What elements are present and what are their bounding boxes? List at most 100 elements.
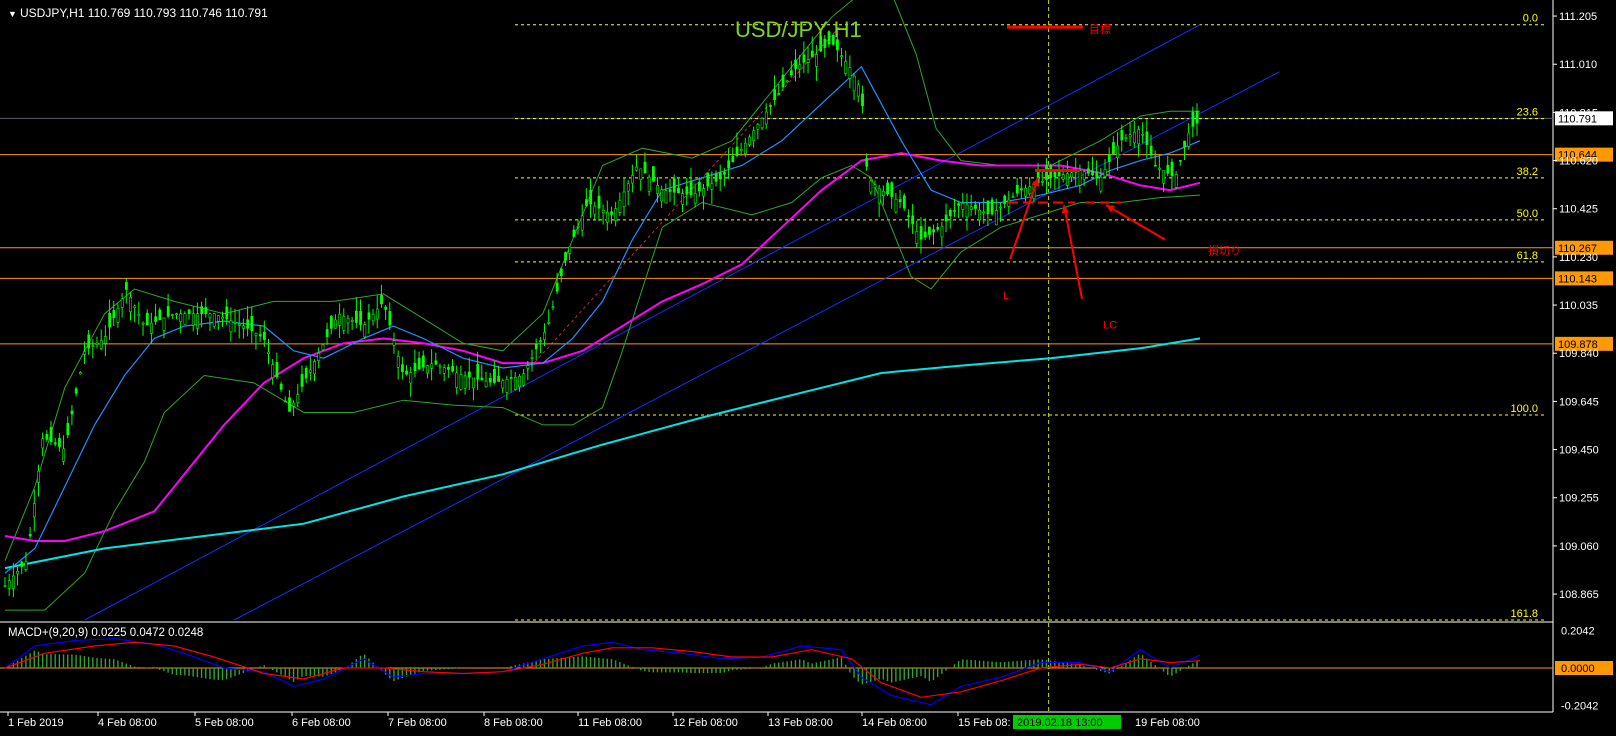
- candle-body: [1082, 171, 1086, 180]
- candle-body: [187, 309, 191, 315]
- candle-body: [677, 187, 680, 194]
- candle-body: [1116, 145, 1120, 159]
- candle-body: [325, 329, 329, 337]
- candle-body: [1174, 174, 1178, 188]
- candle-body: [196, 313, 199, 329]
- candle-body: [635, 166, 639, 171]
- time-tick-label: 12 Feb 08:00: [673, 717, 738, 729]
- candle-body: [769, 105, 772, 107]
- candle-body: [999, 206, 1002, 209]
- cursor-time-label: 2019.02.18 13:00: [1017, 717, 1103, 729]
- price-tick-label: 109.645: [1559, 396, 1599, 408]
- candle-body: [806, 59, 810, 64]
- lc-arrow: [1063, 204, 1083, 300]
- candle-body: [509, 377, 513, 379]
- candle-body: [706, 172, 710, 187]
- candle-body: [1015, 184, 1019, 194]
- candle-body: [258, 334, 262, 337]
- candle-body: [580, 215, 584, 231]
- fibo-level-label: 50.0: [1517, 208, 1538, 220]
- candle-body: [417, 357, 421, 370]
- candle-body: [543, 332, 547, 340]
- candle-body: [530, 356, 534, 359]
- candle-body: [539, 340, 542, 343]
- macd-zero-label: 0.0000: [1561, 663, 1595, 675]
- candle-body: [488, 378, 492, 383]
- candle-body: [685, 186, 689, 195]
- dropdown-icon[interactable]: ▼: [8, 9, 17, 19]
- candle-body: [1024, 187, 1028, 197]
- candle-body: [911, 215, 915, 224]
- price-chart[interactable]: 0.023.638.250.061.8100.0161.8 110.644110…: [0, 0, 1616, 736]
- candle-body: [78, 372, 82, 375]
- candle-body: [334, 319, 337, 329]
- candle-body: [480, 377, 484, 381]
- fibo-level-label: 61.8: [1517, 250, 1538, 262]
- candle-body: [296, 394, 300, 403]
- candle-body: [672, 178, 676, 193]
- candle-body: [3, 585, 7, 587]
- candle-body: [120, 298, 124, 308]
- candle-body: [137, 314, 141, 317]
- candle-body: [856, 84, 860, 97]
- candle-body: [505, 379, 509, 393]
- candle-body: [651, 166, 655, 182]
- candle-body: [974, 204, 977, 209]
- price-tick-label: 110.230: [1559, 252, 1598, 264]
- candle-body: [53, 442, 57, 445]
- time-tick-label: 5 Feb 08:00: [195, 717, 254, 729]
- price-tick-label: 109.060: [1559, 541, 1599, 553]
- fibo-level-label: 0.0: [1523, 13, 1538, 25]
- candle-body: [957, 203, 961, 206]
- candle-body: [886, 182, 890, 195]
- candle-body: [12, 575, 15, 589]
- candle-body: [175, 313, 178, 316]
- candle-body: [1112, 142, 1115, 155]
- candle-body: [656, 185, 659, 194]
- candle-body: [467, 371, 471, 378]
- price-tick-label: 111.010: [1559, 59, 1597, 71]
- price-tick-label: 109.450: [1559, 445, 1599, 457]
- time-tick-label: 15 Feb 08:: [958, 717, 1011, 729]
- candle-body: [229, 320, 233, 333]
- candle-body: [748, 136, 751, 145]
- target-label: 目標: [1089, 22, 1111, 36]
- candle-body: [572, 229, 576, 237]
- candle-body: [49, 427, 53, 443]
- candle-body: [359, 311, 363, 325]
- candle-body: [802, 54, 806, 63]
- candle-body: [41, 438, 45, 449]
- candle-body: [493, 368, 496, 383]
- candle-body: [1170, 161, 1174, 177]
- candle-body: [898, 199, 902, 203]
- candle-body: [1061, 174, 1065, 180]
- entry-arrow: [1009, 177, 1039, 260]
- candle-body: [45, 434, 49, 440]
- candle-body: [1124, 137, 1128, 139]
- candle-body: [463, 375, 467, 389]
- candle-body: [681, 193, 685, 205]
- candle-body: [438, 365, 442, 368]
- candle-body: [154, 316, 158, 322]
- candle-body: [643, 161, 647, 174]
- candle-body: [1095, 172, 1099, 177]
- candle-body: [559, 268, 563, 276]
- candle-body: [756, 124, 760, 130]
- candle-body: [451, 366, 455, 372]
- candle-body: [714, 173, 718, 182]
- time-tick-label: 11 Feb 08:00: [578, 717, 642, 729]
- candle-body: [844, 61, 848, 74]
- bollinger-upper: [4, 0, 1200, 561]
- candle-body: [1078, 170, 1082, 186]
- chart-window[interactable]: 0.0 23.6 38.2 50.0 61.8 100.0 161.8 110.644 110…: [0, 0, 1616, 736]
- candle-body: [442, 367, 446, 374]
- candle-body: [472, 377, 475, 389]
- time-tick-label: 19 Feb 08:00: [1135, 717, 1200, 729]
- candle-body: [618, 199, 622, 213]
- candle-body: [589, 189, 593, 205]
- stoploss-label: 損切り: [1208, 243, 1241, 257]
- candle-body: [928, 226, 931, 235]
- fibo-level-label: 161.8: [1510, 608, 1538, 620]
- fibo-level-label: 100.0: [1510, 403, 1538, 415]
- candle-body: [1028, 186, 1032, 195]
